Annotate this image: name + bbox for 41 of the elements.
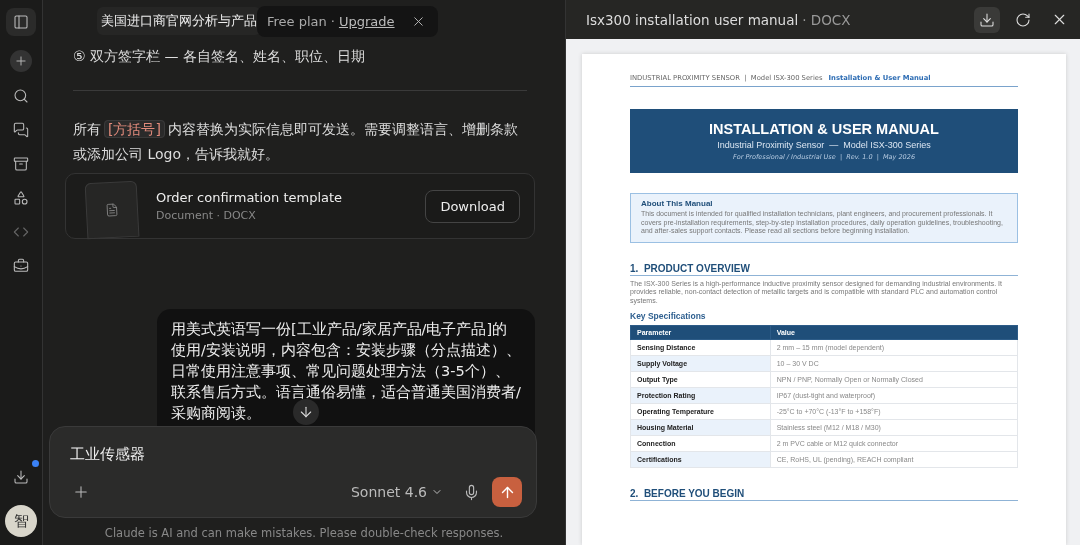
download-icon (979, 11, 995, 28)
separator-dot: · (330, 13, 335, 29)
list-item-text: ⑤ 双方签字栏 — 各自签名、姓名、职位、日期 (72, 47, 366, 66)
download-icon (13, 469, 29, 485)
plus-icon (72, 483, 90, 501)
search-icon (13, 88, 29, 104)
plan-label: Free plan (267, 13, 327, 29)
panel-icon (13, 14, 29, 30)
code-icon (13, 224, 29, 240)
microphone-icon (463, 483, 480, 501)
message-paragraph: 所有 [方括号] 内容替换为实际信息即可发送。需要调整语言、增删条款或添加公司 Logo，告诉我就好。 (72, 119, 519, 164)
chat-bubbles-icon (13, 122, 29, 138)
file-name: Order confirmation template (156, 190, 344, 205)
chat-title[interactable]: 美国进口商官网分析与产品 (97, 7, 261, 35)
archive-icon (13, 156, 29, 172)
download-button[interactable] (974, 6, 1000, 33)
document-title: Isx300 installation user manual (586, 11, 799, 28)
banner-title: INSTALLATION & USER MANUAL (709, 121, 939, 137)
sidebar-toggle-button[interactable] (6, 8, 36, 36)
banner-subtitle: Industrial Proximity Sensor — Model ISX-300 Series (717, 140, 931, 150)
send-button[interactable] (492, 477, 522, 507)
subsection-heading: Key Specifications (630, 311, 707, 321)
file-card[interactable]: Order confirmation template Document · DOCX Download (65, 173, 535, 239)
new-chat-button[interactable] (10, 50, 32, 72)
document-icon (104, 202, 120, 218)
plus-icon (14, 54, 28, 68)
file-meta: Document · DOCX (156, 209, 257, 222)
arrow-down-icon (298, 404, 314, 420)
section-heading: 2. BEFORE YOU BEGIN (630, 488, 1018, 501)
shapes-icon (13, 190, 29, 206)
user-avatar[interactable]: 智 (5, 505, 37, 537)
about-title: About This Manual (641, 199, 714, 208)
briefcase-icon (13, 258, 29, 274)
disclaimer-text: Claude is AI and can make mistakes. Please double-check responses. (103, 525, 505, 542)
refresh-icon (1015, 11, 1031, 28)
document-format: · DOCX (802, 11, 852, 28)
section-heading: 1. PRODUCT OVERVIEW (630, 262, 1018, 276)
model-selector[interactable]: Sonnet 4.6 (343, 482, 451, 502)
message-input[interactable]: 工业传感器 (70, 445, 522, 463)
download-button[interactable]: Download (425, 189, 520, 223)
upgrade-link[interactable]: Upgrade (338, 13, 395, 29)
